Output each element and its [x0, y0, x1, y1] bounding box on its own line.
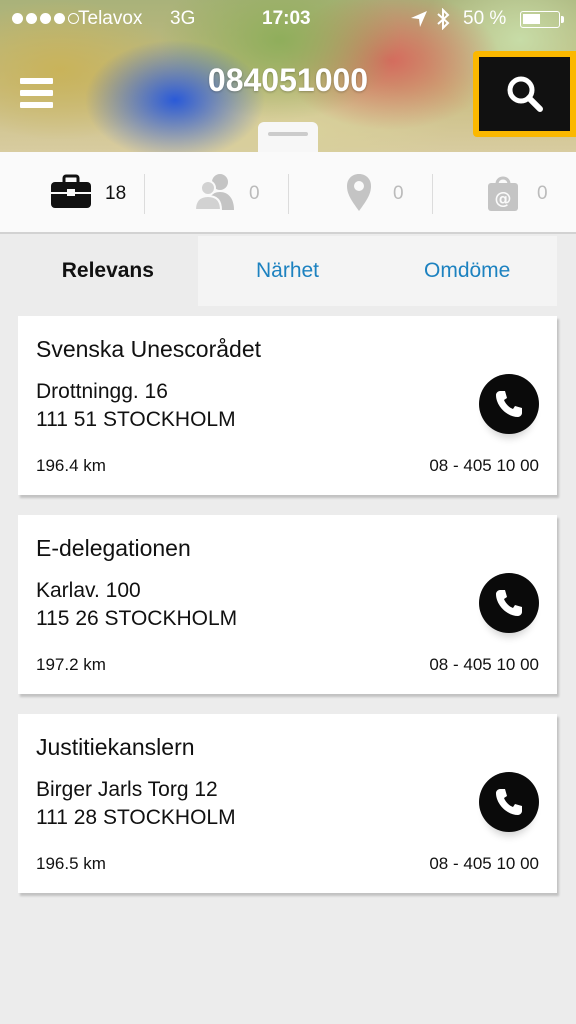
category-count: 0	[249, 183, 260, 204]
result-city: 111 51 STOCKHOLM	[36, 408, 236, 431]
battery-percentage: 50 %	[463, 8, 507, 29]
bluetooth-icon	[437, 8, 450, 30]
result-card[interactable]: Svenska Unescorådet Drottningg. 16 111 5…	[18, 316, 557, 495]
category-people[interactable]: 0	[144, 152, 288, 234]
signal-strength-icon	[12, 13, 79, 24]
result-phone: 08 - 405 10 00	[429, 854, 539, 873]
call-button[interactable]	[479, 573, 539, 633]
email-bag-icon: @	[488, 176, 518, 211]
results-list: Svenska Unescorådet Drottningg. 16 111 5…	[18, 316, 557, 913]
category-email[interactable]: @ 0	[432, 152, 576, 234]
result-card[interactable]: Justitiekanslern Birger Jarls Torg 12 11…	[18, 714, 557, 893]
result-name: Svenska Unescorådet	[36, 336, 262, 362]
category-count: 0	[393, 183, 404, 204]
result-street: Birger Jarls Torg 12	[36, 778, 218, 801]
call-button[interactable]	[479, 374, 539, 434]
result-phone: 08 - 405 10 00	[429, 456, 539, 475]
category-count: 0	[537, 183, 548, 204]
category-places[interactable]: 0	[288, 152, 432, 234]
result-card[interactable]: E-delegationen Karlav. 100 115 26 STOCKH…	[18, 515, 557, 694]
battery-icon	[520, 11, 564, 28]
header: Telavox 3G 17:03 50 % 084051000	[0, 0, 576, 152]
result-name: Justitiekanslern	[36, 734, 195, 760]
category-companies[interactable]: 18	[0, 152, 144, 234]
status-time: 17:03	[262, 8, 311, 29]
result-distance: 196.5 km	[36, 854, 106, 873]
tab-omdome[interactable]: Omdöme	[377, 236, 557, 306]
category-count: 18	[105, 183, 127, 204]
phone-icon	[496, 391, 522, 417]
result-city: 111 28 STOCKHOLM	[36, 806, 236, 829]
result-street: Karlav. 100	[36, 579, 141, 602]
phone-icon	[496, 590, 522, 616]
pull-down-handle[interactable]	[258, 122, 318, 152]
category-filter-bar: 18 0 0 @ 0	[0, 152, 576, 234]
result-distance: 196.4 km	[36, 456, 106, 475]
sort-tabs: Relevans Närhet Omdöme	[18, 236, 557, 306]
result-name: E-delegationen	[36, 535, 191, 561]
carrier-name: Telavox	[78, 8, 143, 29]
location-arrow-icon	[411, 11, 427, 27]
svg-text:@: @	[495, 189, 512, 209]
people-icon	[194, 174, 234, 211]
map-pin-icon	[347, 174, 371, 211]
search-button[interactable]	[473, 51, 576, 137]
call-button[interactable]	[479, 772, 539, 832]
status-bar: Telavox 3G 17:03 50 %	[0, 0, 576, 40]
result-city: 115 26 STOCKHOLM	[36, 607, 238, 630]
phone-icon	[496, 789, 522, 815]
app-screen: Telavox 3G 17:03 50 % 084051000 18 0 0 @…	[0, 0, 576, 1024]
briefcase-icon	[51, 174, 91, 208]
result-distance: 197.2 km	[36, 655, 106, 674]
result-street: Drottningg. 16	[36, 380, 168, 403]
tab-narhet[interactable]: Närhet	[198, 236, 378, 306]
magnifier-icon	[507, 76, 543, 112]
network-type: 3G	[170, 8, 196, 29]
result-phone: 08 - 405 10 00	[429, 655, 539, 674]
tab-relevans[interactable]: Relevans	[18, 236, 198, 306]
